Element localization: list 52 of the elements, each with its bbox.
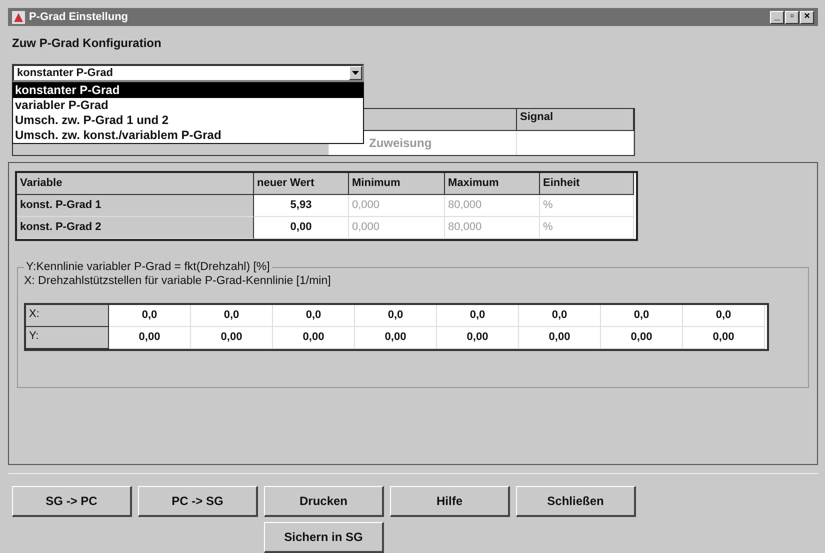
x-caption: X: Drehzahlstützstellen für variable P-Grad-Kennlinie [1/min] <box>24 275 332 287</box>
action-button[interactable]: Sichern in SG <box>264 522 384 553</box>
table-cell[interactable]: 0,00 <box>273 327 355 349</box>
dropdown-arrow-button[interactable] <box>349 66 362 80</box>
table-cell: konst. P-Grad 1 <box>17 195 254 217</box>
table-cell[interactable]: 0,00 <box>191 327 273 349</box>
table-cell[interactable]: 0,00 <box>109 327 191 349</box>
window-control-button[interactable]: × <box>800 10 814 24</box>
table-cell: 80,000 <box>445 217 540 239</box>
table-cell[interactable]: 0,0 <box>601 305 683 327</box>
caret-icon <box>352 71 359 75</box>
table-cell[interactable]: 0,0 <box>191 305 273 327</box>
section-heading: Zuw P-Grad Konfiguration <box>12 36 162 50</box>
column-header: Maximum <box>445 173 540 195</box>
action-button[interactable]: SG -> PC <box>12 486 132 517</box>
window-control-button[interactable]: ▫ <box>785 10 799 24</box>
table-cell: 0,000 <box>349 195 445 217</box>
table-cell[interactable]: 0,0 <box>273 305 355 327</box>
table-cell[interactable]: 5,93 <box>254 195 349 217</box>
table-cell[interactable]: 0,0 <box>355 305 437 327</box>
table-cell: % <box>540 217 634 239</box>
table-cell[interactable]: 0,0 <box>683 305 765 327</box>
table-cell[interactable]: 0,0 <box>519 305 601 327</box>
table-cell: % <box>540 195 634 217</box>
column-header: Signal <box>517 109 634 131</box>
table-cell: 0,000 <box>349 217 445 239</box>
column-header: Variable <box>17 173 254 195</box>
table-cell[interactable]: 0,00 <box>254 217 349 239</box>
column-header: Minimum <box>349 173 445 195</box>
window-title: P-Grad Einstellung <box>29 11 128 23</box>
table-cell[interactable]: 0,00 <box>519 327 601 349</box>
action-button[interactable]: PC -> SG <box>138 486 258 517</box>
column-header: Einheit <box>540 173 634 195</box>
table-cell[interactable]: 0,00 <box>355 327 437 349</box>
action-button[interactable]: Hilfe <box>390 486 510 517</box>
row-header: Y: <box>26 327 109 349</box>
table-cell: 80,000 <box>445 195 540 217</box>
column-header: neuer Wert <box>254 173 349 195</box>
window-control-button[interactable]: _ <box>770 10 784 24</box>
mode-dropdown[interactable]: konstanter P-Grad <box>12 64 364 82</box>
app-icon <box>12 10 25 24</box>
table-cell[interactable]: 0,0 <box>437 305 519 327</box>
group-legend: Y:Kennlinie variabler P-Grad = fkt(Drehzahl) [%] <box>24 261 272 273</box>
table-cell[interactable]: 0,00 <box>683 327 765 349</box>
table-cell[interactable]: 0,0 <box>109 305 191 327</box>
table-cell: konst. P-Grad 2 <box>17 217 254 239</box>
row-header: X: <box>26 305 109 327</box>
action-button[interactable]: Drucken <box>264 486 384 517</box>
table-cell[interactable]: 0,00 <box>601 327 683 349</box>
dropdown-option[interactable]: konstanter P-Grad <box>13 83 363 98</box>
action-button[interactable]: Schließen <box>516 486 636 517</box>
table-cell[interactable]: 0,00 <box>437 327 519 349</box>
